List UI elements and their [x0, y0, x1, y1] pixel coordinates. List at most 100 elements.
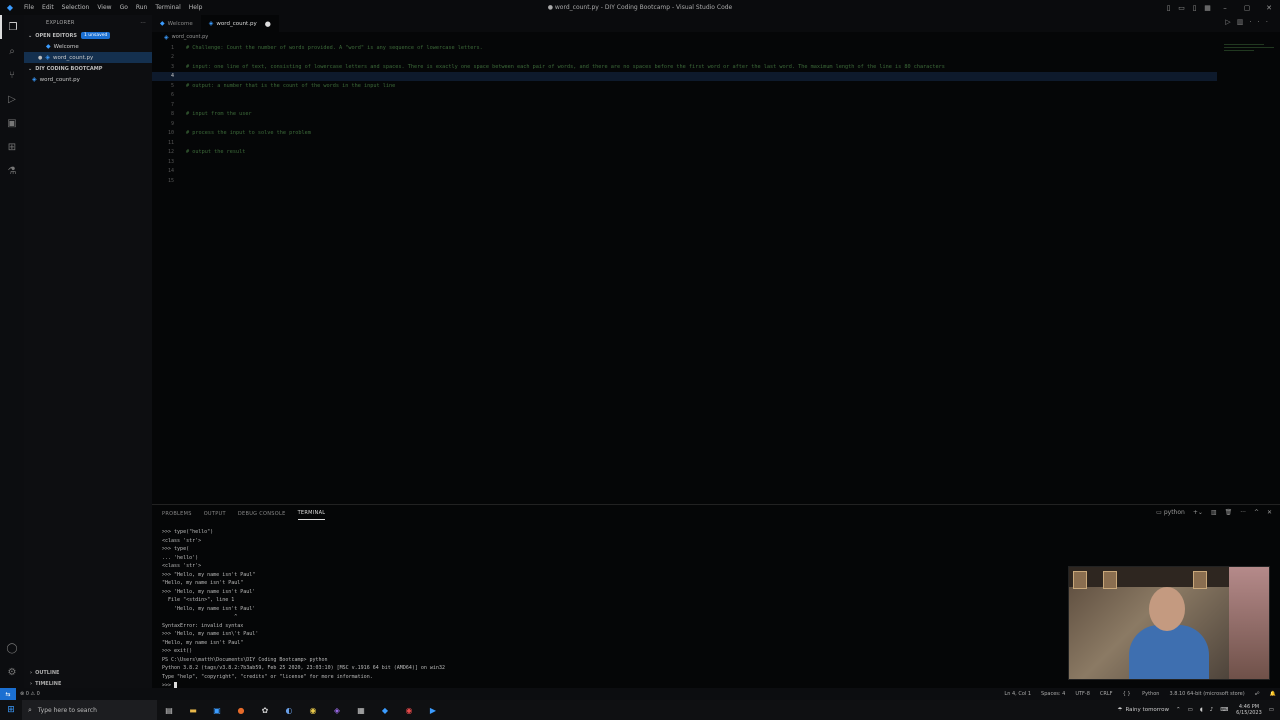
remote-explorer-icon[interactable]: ▣ — [0, 111, 24, 135]
code-editor[interactable]: 1 # Challenge: Count the number of words … — [152, 42, 1280, 504]
app-icon[interactable]: ▣ — [205, 700, 229, 720]
more-actions-icon[interactable]: ··· — [140, 20, 146, 26]
new-terminal-icon[interactable]: +⌄ — [1193, 509, 1203, 516]
encoding[interactable]: UTF-8 — [1075, 691, 1090, 697]
search-icon[interactable]: ⌕ — [0, 39, 24, 63]
app-icon[interactable]: ◐ — [277, 700, 301, 720]
app-icon[interactable]: ✿ — [253, 700, 277, 720]
cursor-position[interactable]: Ln 4, Col 1 — [1004, 691, 1031, 697]
menu-run[interactable]: Run — [136, 4, 148, 11]
code-line-current[interactable]: 4 — [152, 71, 1217, 81]
open-editor-welcome[interactable]: ◆ Welcome — [24, 41, 152, 52]
chrome-icon[interactable]: ◉ — [397, 700, 421, 720]
menu-go[interactable]: Go — [120, 4, 128, 11]
taskbar-clock[interactable]: 4:46 PM 6/15/2023 — [1236, 704, 1262, 717]
close-window-icon[interactable]: ✕ — [1258, 4, 1280, 12]
trash-icon[interactable]: 🗑 — [1225, 509, 1233, 516]
account-icon[interactable]: ◯ — [0, 636, 24, 660]
file-word-count[interactable]: ◈ word_count.py — [24, 74, 152, 85]
tab-problems[interactable]: PROBLEMS — [162, 508, 192, 520]
testing-icon[interactable]: ⚗ — [0, 159, 24, 183]
code-line[interactable]: 11 — [152, 138, 1217, 148]
maximize-panel-icon[interactable]: ^ — [1254, 509, 1259, 516]
breadcrumb[interactable]: ◈ word_count.py — [152, 32, 1280, 42]
restore-icon[interactable]: ▢ — [1236, 4, 1258, 12]
mic-icon[interactable]: ♪ — [1210, 707, 1214, 713]
problems-count[interactable]: ⊗ 0 ⚠ 0 — [20, 691, 40, 697]
code-line[interactable]: 6 — [152, 91, 1217, 101]
extensions-icon[interactable]: ⊞ — [0, 135, 24, 159]
menu-selection[interactable]: Selection — [62, 4, 90, 11]
menu-view[interactable]: View — [97, 4, 111, 11]
keyboard-icon[interactable]: ⌨ — [1220, 707, 1228, 713]
remote-icon[interactable]: ⇆ — [0, 688, 16, 700]
run-file-icon[interactable]: ▷ — [1225, 18, 1236, 26]
toggle-sidebar-icon[interactable]: ▯ — [1162, 4, 1175, 12]
app-icon[interactable]: ▦ — [349, 700, 373, 720]
vscode-taskbar-icon[interactable]: ◆ — [373, 700, 397, 720]
shell-label[interactable]: python — [1164, 509, 1185, 516]
language-mode[interactable]: { } Python — [1123, 691, 1160, 697]
code-line[interactable]: 9 — [152, 119, 1217, 129]
more-actions-icon[interactable]: ··· — [1249, 18, 1274, 26]
notifications-icon[interactable]: 🔔 — [1270, 691, 1276, 697]
code-line[interactable]: 12 # output the result — [152, 148, 1217, 158]
close-panel-icon[interactable]: ✕ — [1267, 509, 1272, 516]
indentation[interactable]: Spaces: 4 — [1041, 691, 1065, 697]
code-line[interactable]: 7 — [152, 100, 1217, 110]
tab-debug-console[interactable]: DEBUG CONSOLE — [238, 508, 286, 520]
customize-layout-icon[interactable]: ▦ — [1201, 4, 1214, 12]
taskbar-search[interactable]: ⌕ Type here to search — [22, 700, 157, 720]
code-line[interactable]: 2 — [152, 53, 1217, 63]
chevron-right-icon: › — [30, 669, 33, 676]
outline-section[interactable]: › OUTLINE — [24, 667, 152, 678]
code-line[interactable]: 14 — [152, 167, 1217, 177]
code-line[interactable]: 3 # input: one line of text, consisting o… — [152, 62, 1217, 72]
code-line[interactable]: 1 # Challenge: Count the number of words … — [152, 43, 1217, 53]
tab-word-count[interactable]: ◈ word_count.py ● — [200, 15, 279, 32]
chrome-icon[interactable]: ◉ — [301, 700, 325, 720]
minimize-icon[interactable]: – — [1214, 4, 1236, 12]
code-line[interactable]: 5 # output: a number that is the count of… — [152, 81, 1217, 91]
code-line[interactable]: 10 # process the input to solve the probl… — [152, 129, 1217, 139]
file-explorer-icon[interactable]: ▬ — [181, 700, 205, 720]
task-view-icon[interactable]: ▤ — [157, 700, 181, 720]
weather-text[interactable]: Rainy tomorrow — [1125, 707, 1169, 713]
tab-welcome[interactable]: ◆ Welcome — [152, 15, 201, 32]
code-line[interactable]: 13 — [152, 157, 1217, 167]
split-editor-icon[interactable]: ▥ — [1237, 18, 1250, 26]
minimap[interactable] — [1224, 44, 1274, 58]
volume-icon[interactable]: ◖ — [1200, 707, 1203, 713]
toggle-panel-icon[interactable]: ▭ — [1175, 4, 1188, 12]
folder-section[interactable]: ⌄ DIY CODING BOOTCAMP — [24, 63, 152, 74]
notification-center-icon[interactable]: ▭ — [1269, 707, 1274, 713]
unsaved-dot-icon[interactable]: ● — [265, 20, 271, 28]
python-interpreter[interactable]: 3.8.10 64-bit (microsoft store) — [1169, 691, 1244, 697]
tab-terminal[interactable]: TERMINAL — [297, 507, 326, 520]
windows-start-icon[interactable]: ⊞ — [0, 700, 22, 720]
open-editors-section[interactable]: ⌄ OPEN EDITORS 1 unsaved — [24, 30, 152, 41]
show-hidden-icons[interactable]: ⌃ — [1176, 707, 1181, 713]
network-icon[interactable]: ▭ — [1188, 707, 1193, 713]
code-line[interactable]: 15 — [152, 176, 1217, 186]
open-editor-word-count[interactable]: ● ◈ word_count.py — [24, 52, 152, 63]
source-control-icon[interactable]: ⑂ — [0, 63, 24, 87]
toggle-secondary-sidebar-icon[interactable]: ▯ — [1188, 4, 1201, 12]
line-ending[interactable]: CRLF — [1100, 691, 1113, 697]
menu-file[interactable]: File — [24, 4, 34, 11]
explorer-icon[interactable]: ❐ — [0, 15, 24, 39]
more-actions-icon[interactable]: ··· — [1240, 509, 1246, 516]
gear-icon[interactable]: ⚙ — [0, 660, 24, 684]
menu-help[interactable]: Help — [189, 4, 203, 11]
menu-terminal[interactable]: Terminal — [155, 4, 180, 11]
accounts-icon[interactable]: ☍ — [1255, 691, 1260, 697]
menu-edit[interactable]: Edit — [42, 4, 54, 11]
app-icon[interactable]: ◈ — [325, 700, 349, 720]
firefox-icon[interactable]: ● — [229, 700, 253, 720]
split-terminal-icon[interactable]: ▥ — [1211, 509, 1217, 516]
terminal-output[interactable]: >>> type("hello") <class 'str'> >>> type… — [162, 529, 445, 691]
terminal-taskbar-icon[interactable]: ▶ — [421, 700, 445, 720]
tab-output[interactable]: OUTPUT — [204, 508, 226, 520]
code-line[interactable]: 8 # input from the user — [152, 110, 1217, 120]
run-debug-icon[interactable]: ▷ — [0, 87, 24, 111]
